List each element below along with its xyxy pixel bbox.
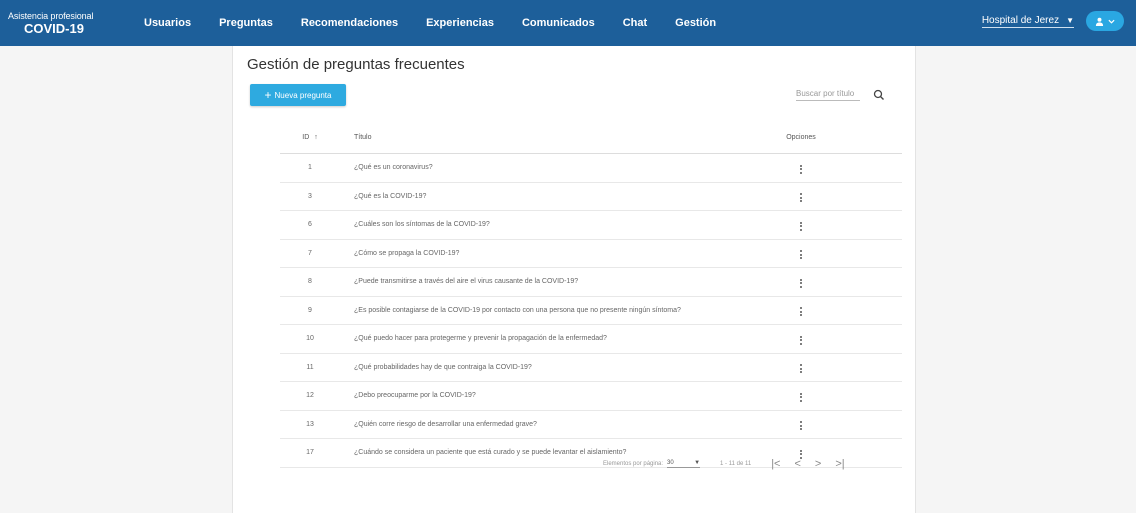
kebab-menu-icon[interactable] [800, 193, 802, 203]
sort-up-icon: ↑ [314, 134, 318, 141]
nav-item-experiencias[interactable]: Experiencias [426, 17, 494, 29]
table-header: ID ↑ Título Opciones [280, 122, 902, 154]
cell-options [720, 247, 902, 260]
cell-title: ¿Debo preocuparme por la COVID-19? [354, 392, 476, 400]
nav-item-comunicados[interactable]: Comunicados [522, 17, 595, 29]
cell-id: 10 [306, 335, 314, 343]
nav-item-chat[interactable]: Chat [623, 17, 647, 29]
per-page-label: Elementos por página: [603, 461, 664, 467]
paginator: Elementos por página: 30 ▼ 1 - 11 de 11 … [603, 455, 903, 473]
user-menu-button[interactable] [1086, 11, 1124, 31]
table-row[interactable]: 13 ¿Quién corre riesgo de desarrollar una… [280, 411, 902, 439]
kebab-menu-icon[interactable] [800, 335, 802, 345]
search-input[interactable]: Buscar por título [796, 89, 860, 101]
table-row[interactable]: 1 ¿Qué es un coronavirus? [280, 154, 902, 183]
plus-icon: + [264, 88, 272, 102]
table-row[interactable]: 8 ¿Puede transmitirse a través del aire e… [280, 268, 902, 297]
cell-title: ¿Qué probabilidades hay de que contraiga… [354, 363, 532, 371]
table-row[interactable]: 12 ¿Debo preocuparme por la COVID-19? [280, 382, 902, 411]
new-question-button[interactable]: + Nueva pregunta [250, 84, 346, 106]
table-row[interactable]: 11 ¿Qué probabilidades hay de que contrai… [280, 354, 902, 382]
header-title[interactable]: Título [340, 134, 720, 141]
cell-options [720, 418, 902, 431]
kebab-menu-icon[interactable] [800, 250, 802, 260]
chevron-down-icon [1108, 19, 1115, 24]
kebab-menu-icon[interactable] [800, 221, 802, 231]
kebab-menu-icon[interactable] [800, 164, 802, 174]
cell-options [720, 390, 902, 402]
cell-title: ¿Quién corre riesgo de desarrollar una e… [354, 420, 537, 428]
faq-table: ID ↑ Título Opciones 1 ¿Qué es un coronav… [280, 122, 902, 468]
hospital-select-value: Hospital de Jerez [981, 14, 1060, 26]
header-id[interactable]: ID ↑ [280, 134, 340, 141]
app-brand[interactable]: Asistencia profesional COVID-19 [0, 10, 120, 36]
nav-item-preguntas[interactable]: Preguntas [219, 17, 273, 29]
cell-id: 12 [306, 392, 314, 400]
top-navbar: Asistencia profesional COVID-19 Usuarios… [0, 0, 1136, 46]
table-row[interactable]: 6 ¿Cuáles son los síntomas de la COVID-19… [280, 211, 902, 240]
cell-title: ¿Es posible contagiarse de la COVID-19 p… [354, 306, 681, 314]
nav-item-recomendaciones[interactable]: Recomendaciones [301, 17, 398, 29]
header-options: Opciones [786, 134, 816, 141]
cell-id: 17 [306, 449, 314, 457]
cell-options [720, 304, 902, 317]
cell-id: 7 [308, 249, 312, 257]
user-icon [1095, 17, 1104, 26]
cell-id: 11 [306, 363, 314, 371]
search-icon[interactable] [873, 89, 885, 101]
cell-options [720, 162, 902, 174]
table-row[interactable]: 3 ¿Qué es la COVID-19? [280, 183, 902, 211]
table-row[interactable]: 10 ¿Qué puedo hacer para protegerme y pre… [280, 325, 902, 354]
prev-page-icon[interactable]: < [794, 458, 800, 470]
cell-options [720, 361, 902, 374]
brand-line1: Asistencia profesional [8, 10, 94, 21]
brand-line2: COVID-19 [24, 20, 84, 36]
cell-title: ¿Cuáles son los síntomas de la COVID-19? [354, 221, 490, 229]
next-page-icon[interactable]: > [815, 458, 821, 470]
cell-options [720, 276, 902, 288]
search-box: Buscar por título [796, 86, 892, 104]
page-title: Gestión de preguntas frecuentes [247, 56, 465, 73]
last-page-icon[interactable]: >| [835, 458, 844, 470]
cell-id: 1 [308, 164, 312, 172]
cell-options [720, 190, 902, 203]
cell-title: ¿Puede transmitirse a través del aire el… [354, 278, 579, 286]
kebab-menu-icon[interactable] [800, 421, 802, 431]
per-page-select[interactable]: 30 ▼ [667, 460, 701, 468]
cell-id: 8 [308, 278, 312, 286]
table-row[interactable]: 7 ¿Cómo se propaga la COVID-19? [280, 240, 902, 268]
caret-down-icon: ▼ [1066, 15, 1074, 25]
table-row[interactable]: 9 ¿Es posible contagiarse de la COVID-19 … [280, 297, 902, 325]
cell-id: 13 [306, 420, 314, 428]
faq-card: Gestión de preguntas frecuentes + Nueva … [232, 46, 916, 513]
cell-title: ¿Cómo se propaga la COVID-19? [354, 249, 460, 257]
caret-down-icon: ▼ [694, 460, 701, 466]
table-body: 1 ¿Qué es un coronavirus? 3 ¿Qué es la COVI… [280, 154, 902, 468]
kebab-menu-icon[interactable] [800, 307, 802, 317]
nav-item-usuarios[interactable]: Usuarios [144, 17, 191, 29]
cell-options [720, 219, 902, 231]
page-range: 1 - 11 de 11 [720, 461, 752, 467]
kebab-menu-icon[interactable] [800, 364, 802, 374]
main-nav: Usuarios Preguntas Recomendaciones Exper… [120, 0, 744, 46]
cell-options [720, 333, 902, 345]
cell-title: ¿Qué es un coronavirus? [354, 164, 433, 172]
cell-id: 3 [308, 192, 312, 200]
hospital-select[interactable]: Hospital de Jerez ▼ [981, 14, 1074, 28]
cell-id: 9 [308, 306, 312, 314]
nav-item-gestion[interactable]: Gestión [675, 17, 716, 29]
kebab-menu-icon[interactable] [800, 392, 802, 402]
cell-id: 6 [308, 221, 312, 229]
cell-title: ¿Qué es la COVID-19? [354, 192, 427, 200]
first-page-icon[interactable]: |< [771, 458, 780, 470]
kebab-menu-icon[interactable] [800, 278, 802, 288]
cell-title: ¿Qué puedo hacer para protegerme y preve… [354, 335, 607, 343]
new-question-label: Nueva pregunta [274, 90, 332, 100]
